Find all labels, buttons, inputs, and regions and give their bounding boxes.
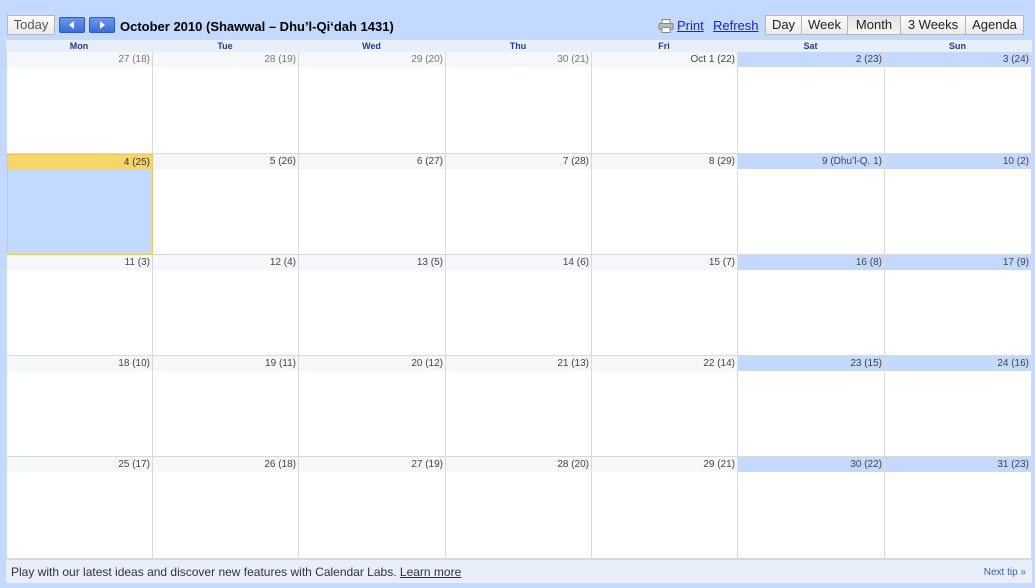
- day-cell[interactable]: 8 (29): [592, 154, 738, 255]
- next-tip-link[interactable]: Next tip »: [984, 567, 1026, 578]
- day-number-link[interactable]: 12 (4): [153, 255, 298, 270]
- day-cell[interactable]: 18 (10): [7, 356, 153, 457]
- previous-period-button[interactable]: [59, 17, 85, 33]
- day-cell[interactable]: 30 (22): [738, 457, 885, 559]
- day-cell[interactable]: 11 (3): [7, 255, 153, 356]
- date-range-title: October 2010 (Shawwal – Dhu’l-Qi‘dah 143…: [120, 19, 394, 34]
- weekday-sun: Sun: [949, 41, 966, 51]
- day-number-link[interactable]: 8 (29): [592, 154, 737, 169]
- day-number-link[interactable]: 27 (18): [7, 52, 152, 67]
- day-number-link[interactable]: 2 (23): [738, 52, 884, 67]
- day-number-link[interactable]: 25 (17): [7, 457, 152, 472]
- day-number-link[interactable]: 17 (9): [885, 255, 1031, 270]
- day-number-link[interactable]: 22 (14): [592, 356, 737, 371]
- day-number-link[interactable]: 7 (28): [446, 154, 591, 169]
- weekday-thu: Thu: [509, 41, 527, 51]
- day-number-link[interactable]: 29 (21): [592, 457, 737, 472]
- day-cell[interactable]: 4 (25): [7, 154, 153, 255]
- day-cell[interactable]: 26 (18): [153, 457, 299, 559]
- day-number-link[interactable]: 19 (11): [153, 356, 298, 371]
- day-number-link[interactable]: 3 (24): [885, 52, 1031, 67]
- view-week-button[interactable]: Week: [801, 15, 848, 35]
- day-number-link[interactable]: 9 (Dhu’l-Q. 1): [738, 154, 884, 169]
- day-cell[interactable]: 7 (28): [446, 154, 592, 255]
- day-cell[interactable]: Oct 1 (22): [592, 52, 738, 154]
- day-cell[interactable]: 12 (4): [153, 255, 299, 356]
- day-number-link[interactable]: 6 (27): [299, 154, 445, 169]
- next-period-button[interactable]: [89, 17, 115, 33]
- labs-tip: Play with our latest ideas and discover …: [11, 565, 461, 579]
- day-cell[interactable]: 3 (24): [885, 52, 1032, 154]
- view-agenda-button[interactable]: Agenda: [965, 15, 1024, 35]
- day-number-link[interactable]: 26 (18): [153, 457, 298, 472]
- day-cell[interactable]: 27 (18): [7, 52, 153, 154]
- day-number-link[interactable]: 27 (19): [299, 457, 445, 472]
- day-cell[interactable]: 9 (Dhu’l-Q. 1): [738, 154, 885, 255]
- day-cell[interactable]: 29 (21): [592, 457, 738, 559]
- today-button[interactable]: Today: [7, 15, 55, 35]
- learn-more-link[interactable]: Learn more: [400, 565, 461, 579]
- chevron-left-icon: [69, 21, 74, 29]
- weekday-sat: Sat: [803, 41, 818, 51]
- day-cell[interactable]: 23 (15): [738, 356, 885, 457]
- day-cell[interactable]: 14 (6): [446, 255, 592, 356]
- weekday-mon: Mon: [69, 41, 89, 51]
- toolbar: Today October 2010 (Shawwal – Dhu’l-Qi‘d…: [6, 12, 1032, 40]
- day-number-link[interactable]: 24 (16): [885, 356, 1031, 371]
- day-cell[interactable]: 22 (14): [592, 356, 738, 457]
- day-cell[interactable]: 29 (20): [299, 52, 446, 154]
- day-cell[interactable]: 24 (16): [885, 356, 1032, 457]
- labs-tip-text: Play with our latest ideas and discover …: [11, 565, 397, 579]
- day-number-link[interactable]: 23 (15): [738, 356, 884, 371]
- day-number-link[interactable]: 11 (3): [7, 255, 152, 270]
- day-number-link[interactable]: 15 (7): [592, 255, 737, 270]
- day-cell[interactable]: 6 (27): [299, 154, 446, 255]
- day-cell[interactable]: 16 (8): [738, 255, 885, 356]
- day-number-link[interactable]: 16 (8): [738, 255, 884, 270]
- day-number-link[interactable]: 10 (2): [885, 154, 1031, 169]
- day-cell[interactable]: 28 (19): [153, 52, 299, 154]
- day-cell[interactable]: 13 (5): [299, 255, 446, 356]
- day-cell[interactable]: 10 (2): [885, 154, 1032, 255]
- calendar-app: Today October 2010 (Shawwal – Dhu’l-Qi‘d…: [6, 12, 1032, 583]
- weekday-fri: Fri: [658, 41, 670, 51]
- weekday-wed: Wed: [362, 41, 381, 51]
- view-month-button[interactable]: Month: [847, 15, 901, 35]
- day-cell[interactable]: 15 (7): [592, 255, 738, 356]
- day-number-link[interactable]: 29 (20): [299, 52, 445, 67]
- day-number-link[interactable]: 28 (19): [153, 52, 298, 67]
- footer-bar: Play with our latest ideas and discover …: [6, 559, 1032, 583]
- day-number-link[interactable]: 30 (22): [738, 457, 884, 472]
- day-number-link[interactable]: 28 (20): [446, 457, 591, 472]
- day-number-link[interactable]: 30 (21): [446, 52, 591, 67]
- day-cell[interactable]: 21 (13): [446, 356, 592, 457]
- day-number-link[interactable]: 4 (25): [8, 155, 152, 170]
- print-link[interactable]: Print: [677, 18, 704, 33]
- day-number-link[interactable]: 14 (6): [446, 255, 591, 270]
- chevron-right-icon: [100, 21, 105, 29]
- printer-icon[interactable]: [658, 19, 674, 33]
- refresh-link[interactable]: Refresh: [713, 18, 759, 33]
- day-cell[interactable]: 20 (12): [299, 356, 446, 457]
- day-cell[interactable]: 2 (23): [738, 52, 885, 154]
- month-grid: 27 (18) 28 (19) 29 (20) 30 (21) Oct 1 (22) 2 …: [7, 52, 1032, 559]
- weekday-tue: Tue: [217, 41, 233, 51]
- day-cell[interactable]: 5 (26): [153, 154, 299, 255]
- day-number-link[interactable]: 21 (13): [446, 356, 591, 371]
- day-cell[interactable]: 28 (20): [446, 457, 592, 559]
- day-cell[interactable]: 25 (17): [7, 457, 153, 559]
- day-cell[interactable]: 19 (11): [153, 356, 299, 457]
- day-cell[interactable]: 31 (23): [885, 457, 1032, 559]
- day-cell[interactable]: 17 (9): [885, 255, 1032, 356]
- view-day-button[interactable]: Day: [765, 15, 802, 35]
- day-number-link[interactable]: 20 (12): [299, 356, 445, 371]
- day-number-link[interactable]: 31 (23): [885, 457, 1031, 472]
- day-number-link[interactable]: Oct 1 (22): [592, 52, 737, 67]
- day-number-link[interactable]: 18 (10): [7, 356, 152, 371]
- day-cell[interactable]: 30 (21): [446, 52, 592, 154]
- day-number-link[interactable]: 5 (26): [153, 154, 298, 169]
- day-cell[interactable]: 27 (19): [299, 457, 446, 559]
- day-number-link[interactable]: 13 (5): [299, 255, 445, 270]
- view-3-weeks-button[interactable]: 3 Weeks: [900, 15, 966, 35]
